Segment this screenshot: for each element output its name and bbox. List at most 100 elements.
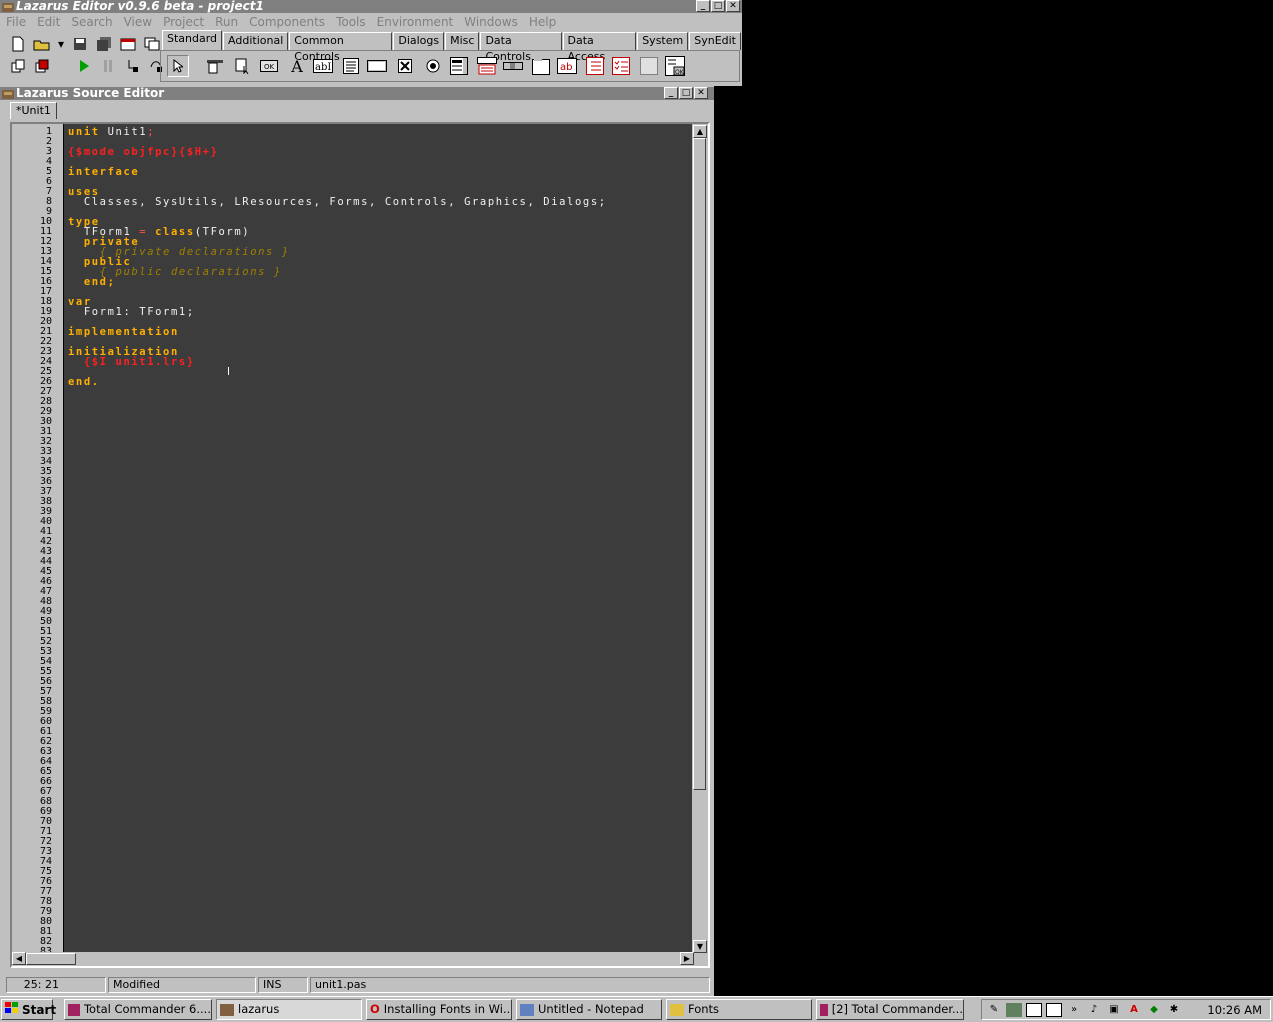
tab-misc[interactable]: Misc	[445, 32, 480, 50]
selection-pointer-icon[interactable]	[167, 55, 189, 77]
view-forms-button[interactable]	[32, 57, 52, 75]
groupbox-component-icon[interactable]	[531, 57, 551, 75]
code-area[interactable]: unit Unit1; {$mode objfpc}{$H+} interfac…	[64, 124, 694, 954]
code-comment: { public declarations }	[99, 266, 282, 278]
code-token: Classes, SysUtils, LResources, Forms, Co…	[83, 196, 607, 208]
toggle-form-unit-button[interactable]	[142, 35, 162, 53]
maximize-button[interactable]: □	[711, 0, 725, 12]
menu-environment[interactable]: Environment	[377, 15, 454, 29]
lazarus-icon	[220, 1003, 234, 1016]
code-editor[interactable]: 1 2 3 4 5 6 7 8 9 10 11 12 13 14 15 16 17 18 19 20 21 22 23 24 2…	[10, 122, 710, 968]
tab-synedit[interactable]: SynEdit	[689, 32, 741, 50]
window-icon[interactable]	[1026, 1002, 1042, 1017]
tab-additional[interactable]: Additional	[223, 32, 289, 50]
button-panel-component-icon[interactable]: OK	[665, 56, 685, 76]
antivirus-icon[interactable]: ◆	[1146, 1003, 1162, 1017]
new-form-button[interactable]	[118, 35, 138, 53]
source-editor-window: Lazarus Source Editor _ □ ✕ *Unit1 12345…	[0, 86, 714, 996]
task-total-commander-2[interactable]: [2] Total Commander...	[816, 999, 964, 1020]
editor-titlebar[interactable]: Lazarus Source Editor _ □ ✕	[0, 87, 714, 100]
task-total-commander[interactable]: Total Commander 6....	[64, 999, 212, 1020]
menu-search[interactable]: Search	[71, 15, 112, 29]
run-button[interactable]	[74, 57, 94, 75]
task-notepad[interactable]: Untitled - Notepad	[516, 999, 662, 1020]
menu-file[interactable]: File	[6, 15, 26, 29]
toggle-box-component-icon[interactable]	[367, 57, 387, 75]
menu-help[interactable]: Help	[529, 15, 556, 29]
tab-system[interactable]: System	[637, 32, 689, 50]
task-lazarus[interactable]: lazarus	[216, 999, 362, 1020]
task-opera-browser[interactable]: O Installing Fonts in Wi...	[366, 999, 512, 1020]
scrollbar-component-icon[interactable]	[503, 57, 523, 75]
listbox-component-icon[interactable]	[449, 57, 469, 75]
scroll-left-arrow-icon[interactable]: ◀	[12, 952, 26, 965]
editor-maximize-button[interactable]: □	[679, 87, 693, 99]
step-into-button[interactable]	[122, 57, 142, 75]
label-component-icon[interactable]: A	[287, 57, 307, 76]
scroll-right-arrow-icon[interactable]: ▶	[680, 952, 694, 965]
main-menu-component-icon[interactable]	[205, 57, 225, 75]
minimize-button[interactable]: _	[696, 0, 710, 12]
tab-dialogs[interactable]: Dialogs	[393, 32, 445, 50]
scroll-down-arrow-icon[interactable]: ▼	[693, 940, 707, 953]
scroll-up-arrow-icon[interactable]: ▲	[693, 125, 707, 138]
panel-component-icon[interactable]	[639, 57, 659, 75]
menu-windows[interactable]: Windows	[464, 15, 518, 29]
main-window-title: Lazarus Editor v0.9.6 beta - project1	[16, 0, 264, 13]
editor-minimize-button[interactable]: _	[664, 87, 678, 99]
menu-view[interactable]: View	[124, 15, 152, 29]
view-units-button[interactable]	[8, 57, 28, 75]
save-all-button[interactable]	[94, 35, 114, 53]
menu-components[interactable]: Components	[249, 15, 325, 29]
static-text-component-icon[interactable]: ab	[557, 57, 577, 75]
tab-unit1[interactable]: *Unit1	[10, 102, 57, 119]
start-button[interactable]: Start	[1, 999, 56, 1020]
opera-icon: O	[370, 1002, 380, 1016]
radio-group-component-icon[interactable]	[585, 57, 605, 75]
radio-button-component-icon[interactable]	[423, 57, 443, 75]
edit-component-icon[interactable]: abI	[313, 57, 333, 75]
desktop-icon[interactable]	[1006, 1002, 1022, 1017]
quicklaunch-icon[interactable]: ✎	[986, 1003, 1002, 1017]
menu-edit[interactable]: Edit	[37, 15, 60, 29]
code-token: end;	[83, 276, 116, 288]
svg-text:OK: OK	[675, 69, 685, 76]
button-component-icon[interactable]: OK	[259, 57, 279, 75]
vertical-scroll-thumb[interactable]	[693, 138, 706, 790]
open-dropdown-icon[interactable]: ▾	[56, 35, 66, 53]
acrobat-icon[interactable]: A	[1126, 1003, 1142, 1017]
popup-menu-component-icon[interactable]	[233, 57, 253, 75]
horizontal-scrollbar[interactable]: ◀ ▶	[12, 952, 694, 966]
chevron-icon[interactable]: »	[1066, 1003, 1082, 1017]
task-fonts[interactable]: Fonts	[666, 999, 812, 1020]
tab-data-controls[interactable]: Data Controls	[480, 32, 562, 63]
pause-button[interactable]	[98, 57, 118, 75]
window-icon[interactable]	[1046, 1002, 1062, 1017]
menu-run[interactable]: Run	[215, 15, 238, 29]
editor-close-button[interactable]: ✕	[694, 87, 708, 99]
editor-window-title: Lazarus Source Editor	[16, 86, 165, 100]
tab-data-access[interactable]: Data Access	[562, 32, 637, 63]
close-button[interactable]: ✕	[726, 0, 740, 12]
checkgroup-component-icon[interactable]	[611, 57, 631, 75]
volume-icon[interactable]: ♪	[1086, 1003, 1102, 1017]
horizontal-scroll-thumb[interactable]	[26, 953, 76, 965]
tab-common-controls[interactable]: Common Controls	[289, 32, 393, 63]
settings-icon[interactable]: ✱	[1166, 1003, 1182, 1017]
combobox-component-icon[interactable]	[477, 57, 497, 75]
main-titlebar[interactable]: Lazarus Editor v0.9.6 beta - project1 _ …	[0, 0, 742, 13]
line-number-gutter: 1 2 3 4 5 6 7 8 9 10 11 12 13 14 15 16 17 18 19 20 21 22 23 24 2…	[12, 124, 64, 957]
taskbar: Start Total Commander 6.... lazarus O In…	[0, 996, 1273, 1022]
new-unit-button[interactable]	[8, 35, 28, 53]
cursor-position: 25: 21	[6, 977, 106, 993]
network-icon[interactable]: ▣	[1106, 1003, 1122, 1017]
tab-standard[interactable]: Standard	[162, 30, 223, 50]
open-button[interactable]	[32, 35, 52, 53]
toolbar-separator	[56, 57, 70, 75]
checkbox-component-icon[interactable]	[395, 57, 415, 75]
menu-project[interactable]: Project	[163, 15, 204, 29]
vertical-scrollbar[interactable]: ▲ ▼	[692, 124, 708, 954]
menu-tools[interactable]: Tools	[336, 15, 366, 29]
save-button[interactable]	[70, 35, 90, 53]
memo-component-icon[interactable]	[341, 57, 361, 75]
